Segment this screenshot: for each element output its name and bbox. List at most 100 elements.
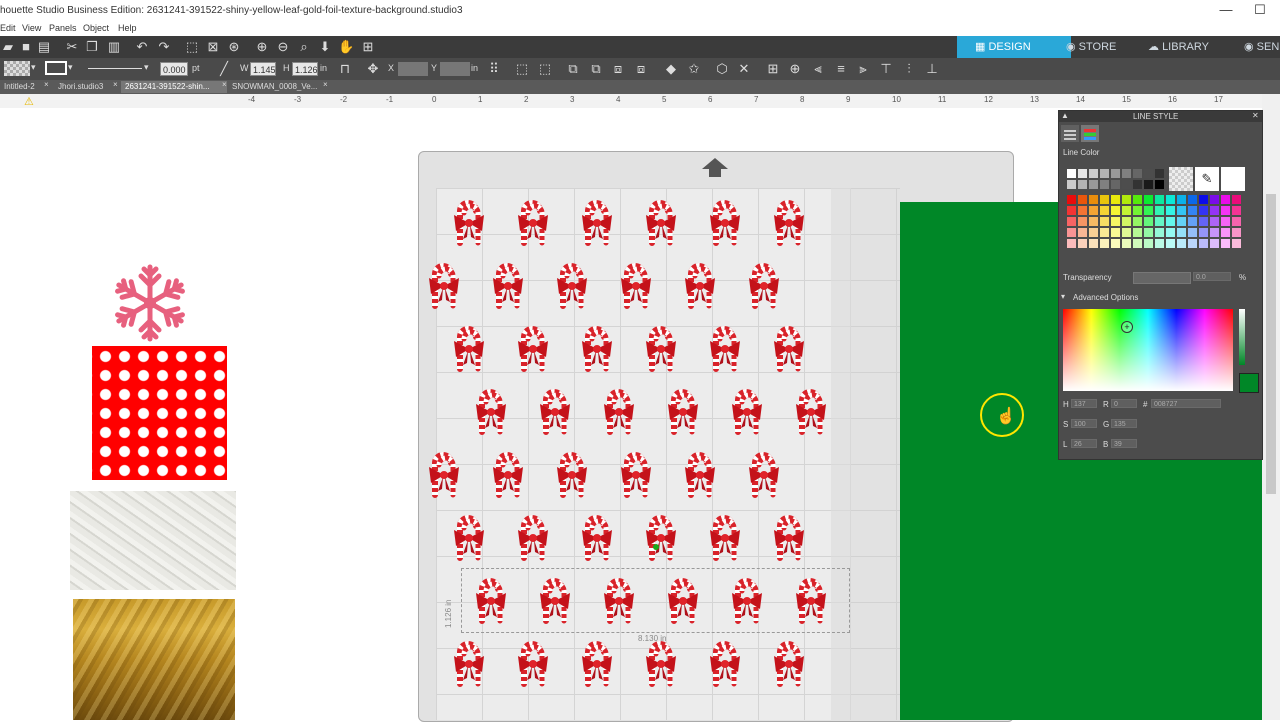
color-swatch[interactable] — [1089, 206, 1098, 215]
add-node-icon[interactable]: ⊞ — [765, 61, 781, 77]
lightness-slider[interactable] — [1239, 309, 1245, 365]
color-swatch[interactable] — [1067, 228, 1076, 237]
line-style-dropdown-icon[interactable]: ▾ — [144, 62, 149, 73]
line-color-tab-icon[interactable] — [1081, 125, 1099, 142]
candy-cane-shape[interactable] — [574, 323, 614, 372]
fill-swatch[interactable] — [4, 61, 30, 76]
color-swatch[interactable] — [1155, 228, 1164, 237]
color-swatch[interactable] — [1188, 206, 1197, 215]
candy-cane-shape[interactable] — [766, 323, 806, 372]
fill-dropdown-icon[interactable]: ▾ — [31, 62, 36, 73]
candy-cane-shape[interactable] — [660, 386, 700, 435]
line-style-preview[interactable] — [88, 68, 142, 69]
minimize-button[interactable]: — — [1216, 2, 1236, 18]
transform-icon[interactable]: ⬚ — [514, 61, 530, 77]
panel-header[interactable]: ▲ LINE STYLE ✕ — [1059, 111, 1262, 122]
color-swatch[interactable] — [1210, 217, 1219, 226]
close-icon[interactable]: × — [113, 80, 118, 89]
color-swatch[interactable] — [1122, 217, 1131, 226]
green-field[interactable]: 135 — [1111, 419, 1137, 428]
color-swatch[interactable] — [1078, 217, 1087, 226]
lightness-field[interactable]: 26 — [1071, 439, 1097, 448]
tab-library[interactable]: ☁ LIBRARY — [1148, 36, 1238, 58]
rotation-handle[interactable] — [653, 544, 659, 550]
grid-icon[interactable]: ⠿ — [486, 61, 502, 77]
color-swatch[interactable] — [1100, 169, 1109, 178]
tab-jhori[interactable]: Jhori.studio3 — [54, 81, 118, 93]
color-swatch[interactable] — [1067, 239, 1076, 248]
color-swatch[interactable] — [1089, 195, 1098, 204]
color-swatch[interactable] — [1067, 206, 1076, 215]
color-swatch[interactable] — [1155, 169, 1164, 178]
paper-texture[interactable] — [70, 491, 236, 590]
candy-cane-shape[interactable] — [741, 449, 781, 498]
color-swatch[interactable] — [1067, 217, 1076, 226]
tab-snowman[interactable]: SNOWMAN_0008_Ve... — [228, 81, 328, 93]
color-swatch[interactable] — [1122, 228, 1131, 237]
3d-box-icon[interactable]: ⬡ — [714, 61, 730, 77]
undo-icon[interactable]: ↶ — [134, 39, 150, 55]
rotate-box-icon[interactable]: ⬚ — [537, 61, 553, 77]
transparency-slider[interactable] — [1133, 272, 1191, 284]
color-swatch[interactable] — [1111, 239, 1120, 248]
x-field[interactable] — [398, 62, 428, 76]
picker-crosshair-icon[interactable]: + — [1121, 321, 1133, 333]
maximize-button[interactable]: ☐ — [1250, 2, 1270, 18]
color-swatch[interactable] — [1199, 217, 1208, 226]
color-swatch[interactable] — [1155, 195, 1164, 204]
color-swatch[interactable] — [1166, 217, 1175, 226]
color-swatch[interactable] — [1122, 180, 1131, 189]
fit-page-icon[interactable]: ⊞ — [360, 39, 376, 55]
candy-cane-shape[interactable] — [638, 638, 678, 687]
eraser-icon[interactable]: ◆ — [663, 61, 679, 77]
hue-field[interactable]: 137 — [1071, 399, 1097, 408]
color-swatch[interactable] — [1155, 239, 1164, 248]
menu-view[interactable]: View — [22, 23, 41, 33]
transparency-field[interactable]: 0.0 — [1193, 272, 1231, 281]
candy-cane-shape[interactable] — [702, 197, 742, 246]
candy-cane-shape[interactable] — [446, 323, 486, 372]
menu-help[interactable]: Help — [118, 23, 137, 33]
close-icon[interactable]: × — [44, 80, 49, 89]
color-swatch[interactable] — [1078, 195, 1087, 204]
candy-cane-shape[interactable] — [510, 323, 550, 372]
color-swatch[interactable] — [1122, 195, 1131, 204]
candy-cane-shape[interactable] — [446, 197, 486, 246]
candy-cane-shape[interactable] — [574, 512, 614, 561]
color-swatch[interactable] — [1144, 239, 1153, 248]
selection-box[interactable] — [461, 568, 850, 633]
candy-cane-shape[interactable] — [741, 260, 781, 309]
redo-icon[interactable]: ↷ — [156, 39, 172, 55]
zoom-out-icon[interactable]: ⊖ — [275, 39, 291, 55]
zoom-in-icon[interactable]: ⊕ — [254, 39, 270, 55]
candy-cane-shape[interactable] — [421, 260, 461, 309]
candy-cane-shape[interactable] — [549, 260, 589, 309]
vertical-scrollbar[interactable] — [1262, 94, 1280, 720]
color-swatch[interactable] — [1144, 169, 1153, 178]
candy-cane-shape[interactable] — [510, 197, 550, 246]
color-swatch[interactable] — [1100, 206, 1109, 215]
color-swatch[interactable] — [1111, 195, 1120, 204]
line-dropdown-icon[interactable]: ▾ — [68, 62, 73, 73]
white-large-swatch[interactable] — [1221, 167, 1245, 191]
color-swatch[interactable] — [1221, 206, 1230, 215]
hex-field[interactable]: 008727 — [1151, 399, 1221, 408]
color-swatch[interactable] — [1122, 206, 1131, 215]
align-center-icon[interactable]: ≡ — [833, 61, 849, 77]
compound-icon[interactable]: ⧈ — [610, 61, 626, 77]
color-swatch[interactable] — [1221, 239, 1230, 248]
color-swatch[interactable] — [1232, 195, 1241, 204]
candy-cane-shape[interactable] — [549, 449, 589, 498]
color-swatch[interactable] — [1111, 206, 1120, 215]
saturation-field[interactable]: 100 — [1071, 419, 1097, 428]
select-icon[interactable]: ⬚ — [184, 39, 200, 55]
color-swatch[interactable] — [1100, 195, 1109, 204]
color-swatch[interactable] — [1133, 169, 1142, 178]
color-swatch[interactable] — [1232, 217, 1241, 226]
close-shape-icon[interactable]: ✕ — [736, 61, 752, 77]
color-swatch[interactable] — [1155, 206, 1164, 215]
close-icon[interactable]: ✕ — [1252, 111, 1259, 120]
color-swatch[interactable] — [1100, 180, 1109, 189]
candy-cane-shape[interactable] — [446, 638, 486, 687]
color-swatch[interactable] — [1133, 206, 1142, 215]
